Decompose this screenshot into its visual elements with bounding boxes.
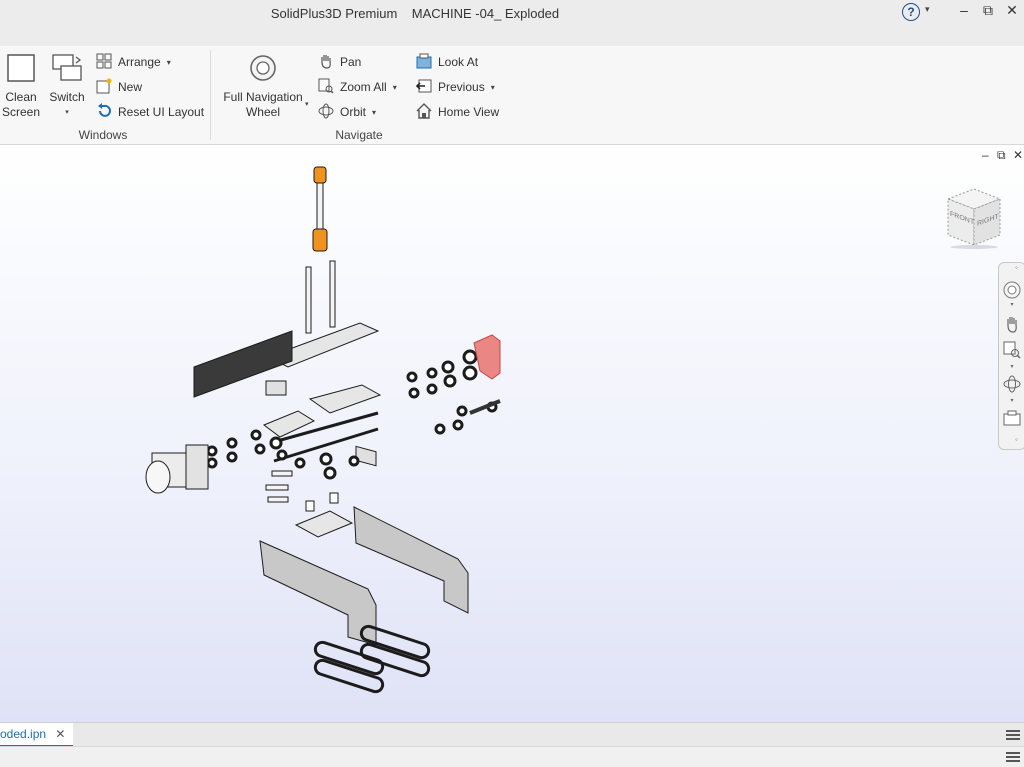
previous-view-icon: [416, 79, 432, 93]
reset-ui-layout-button[interactable]: Reset UI Layout: [96, 102, 204, 122]
previous-label: Previous: [438, 80, 485, 94]
new-window-icon: [96, 78, 112, 94]
navbar-look-at-icon[interactable]: [1003, 409, 1021, 427]
arrange-icon: [96, 53, 112, 69]
clean-screen-label: Clean Screen: [2, 90, 41, 119]
side-plate-left: [259, 540, 377, 646]
maximize-button[interactable]: ⧉: [976, 2, 1000, 19]
reset-ui-layout-label: Reset UI Layout: [118, 105, 205, 119]
motor-part: [145, 444, 209, 494]
help-icon[interactable]: ?: [902, 3, 920, 21]
navbar-wheel-icon[interactable]: [1003, 281, 1021, 299]
document-tab-close-icon[interactable]: ✕: [55, 727, 65, 741]
switch-icon: [52, 54, 82, 81]
small-block-left: [265, 380, 287, 396]
navbar-wheel-dropdown-icon[interactable]: ▾: [999, 301, 1024, 308]
tab-list-menu-icon[interactable]: [1006, 728, 1020, 742]
navbar-pan-icon[interactable]: [1003, 315, 1021, 333]
flange-posts: [305, 492, 339, 512]
viewport-restore-button[interactable]: ⧉: [997, 148, 1006, 163]
full-navigation-wheel-label: Full Navigation Wheel: [223, 90, 303, 119]
home-view-label: Home View: [438, 105, 500, 119]
look-at-button[interactable]: Look At: [416, 52, 478, 72]
guide-rod-left: [305, 266, 312, 334]
zoom-all-label: Zoom All: [340, 80, 387, 94]
highlighted-bracket-part: [473, 334, 501, 380]
windows-group-label: Windows: [78, 128, 128, 142]
navigate-group-label: Navigate: [335, 128, 383, 142]
navigation-wheel-dropdown-icon[interactable]: ▾: [305, 100, 309, 108]
window-title: SolidPlus3D Premium MACHINE -04_ Explode…: [270, 6, 560, 21]
exploded-assembly-model[interactable]: [0, 145, 560, 722]
document-tab[interactable]: oded.ipn ✕: [0, 723, 74, 747]
orange-spindle-part: [312, 166, 328, 252]
pan-button[interactable]: Pan: [318, 52, 361, 72]
new-label: New: [118, 80, 143, 94]
flange-plate: [294, 510, 354, 538]
close-button[interactable]: ✕: [1000, 2, 1024, 19]
switch-label: Switch: [49, 90, 85, 104]
viewcube[interactable]: FRONT RIGHT: [942, 187, 1006, 249]
viewport-minimize-button[interactable]: –: [982, 148, 989, 162]
status-bar-menu-icon[interactable]: [1006, 750, 1020, 764]
pan-label: Pan: [340, 55, 362, 69]
navbar-orbit-dropdown-icon[interactable]: ▾: [999, 397, 1024, 404]
home-icon: [416, 103, 432, 119]
previous-view-button[interactable]: Previous ▾: [416, 77, 495, 97]
assembly-parts: [145, 166, 501, 694]
previous-dropdown-icon[interactable]: ▾: [491, 83, 495, 92]
switch-button[interactable]: Switch ▾: [46, 54, 88, 120]
orbit-icon: [318, 103, 334, 119]
graphics-viewport[interactable]: – ⧉ ✕ FRONT RIGHT ◦ ▾ ▾ ▾ ◦: [0, 145, 1024, 722]
navbar-zoom-dropdown-icon[interactable]: ▾: [999, 363, 1024, 370]
new-window-button[interactable]: New: [96, 77, 142, 97]
navigation-bar: ◦ ▾ ▾ ▾ ◦: [998, 262, 1024, 450]
navbar-close-icon[interactable]: ◦: [1015, 263, 1018, 272]
arrange-button[interactable]: Arrange ▾: [96, 52, 171, 72]
full-navigation-wheel-button[interactable]: Full Navigation Wheel: [220, 54, 306, 120]
clean-screen-icon: [7, 54, 35, 82]
mid-plate-right: [308, 384, 382, 414]
orbit-dropdown-icon[interactable]: ▾: [372, 108, 376, 117]
home-view-button[interactable]: Home View: [416, 102, 499, 122]
group-separator: [210, 50, 211, 140]
zoom-all-dropdown-icon[interactable]: ▾: [393, 83, 397, 92]
reset-icon: [98, 103, 111, 117]
navbar-orbit-icon[interactable]: [1003, 375, 1021, 393]
orbit-label: Orbit: [340, 105, 367, 119]
viewport-close-button[interactable]: ✕: [1013, 148, 1023, 162]
pan-hand-icon: [321, 55, 331, 69]
switch-dropdown-icon[interactable]: ▾: [46, 105, 88, 120]
help-dropdown-icon[interactable]: ▾: [925, 4, 930, 15]
navigation-wheel-icon: [250, 55, 276, 81]
navbar-customize-icon[interactable]: ◦: [1015, 435, 1018, 444]
clean-screen-button[interactable]: Clean Screen: [2, 54, 40, 120]
orbit-button[interactable]: Orbit ▾: [318, 102, 376, 122]
bolts: [265, 470, 293, 503]
minimize-button[interactable]: –: [952, 2, 976, 18]
zoom-all-icon: [318, 78, 334, 94]
arrange-dropdown-icon[interactable]: ▾: [167, 58, 171, 67]
arrange-label: Arrange: [118, 55, 161, 69]
document-tab-label: oded.ipn: [0, 727, 47, 741]
look-at-icon: [416, 53, 432, 69]
zoom-all-button[interactable]: Zoom All ▾: [318, 77, 397, 97]
navbar-zoom-icon[interactable]: [1003, 341, 1021, 359]
title-bar: SolidPlus3D Premium MACHINE -04_ Explode…: [0, 0, 1024, 46]
ribbon: Clean Screen Switch ▾ Arrange ▾ New Reset…: [0, 46, 1024, 145]
look-at-label: Look At: [438, 55, 479, 69]
document-tab-bar: oded.ipn ✕: [0, 722, 1024, 747]
bearings-center: [294, 452, 360, 480]
status-bar: [0, 746, 1024, 767]
guide-rod-right: [329, 260, 336, 328]
